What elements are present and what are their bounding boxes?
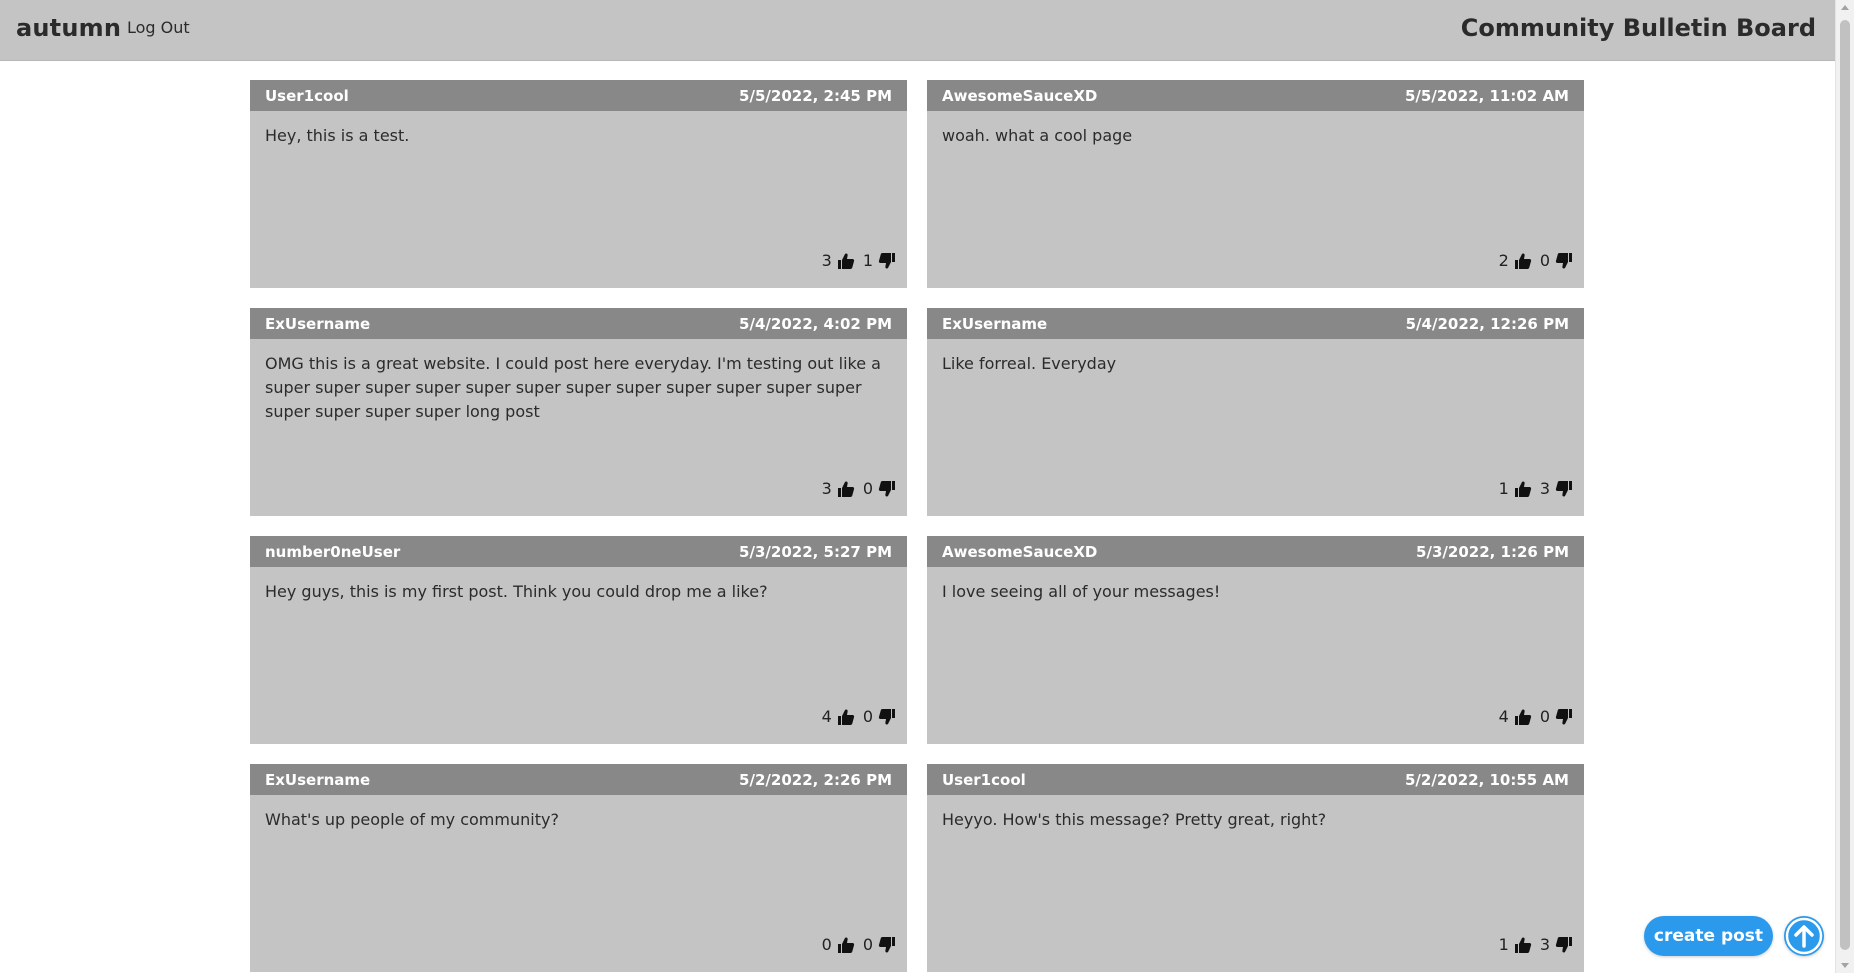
thumbs-up-icon[interactable]	[1514, 936, 1532, 954]
post-card: User1cool 5/5/2022, 2:45 PM Hey, this is…	[250, 80, 907, 288]
post-author[interactable]: ExUsername	[265, 771, 370, 789]
post-body: I love seeing all of your messages!	[942, 582, 1221, 601]
vote-bar: 0 0	[822, 935, 896, 954]
post-card: AwesomeSauceXD 5/3/2022, 1:26 PM I love …	[927, 536, 1584, 744]
like-count: 3	[821, 251, 832, 270]
thumbs-up-icon[interactable]	[837, 708, 855, 726]
vote-bar: 1 3	[1499, 479, 1573, 498]
post-body: Like forreal. Everyday	[942, 354, 1117, 373]
post-timestamp: 5/5/2022, 11:02 AM	[1404, 87, 1569, 105]
scroll-down-arrow-icon[interactable]	[1841, 963, 1849, 968]
dislike-count: 0	[1539, 707, 1550, 726]
post-header: AwesomeSauceXD 5/3/2022, 1:26 PM	[927, 536, 1584, 567]
post-timestamp: 5/4/2022, 4:02 PM	[739, 315, 892, 333]
post-body: woah. what a cool page	[942, 126, 1133, 145]
post-body: What's up people of my community?	[265, 810, 559, 829]
thumbs-down-icon[interactable]	[1555, 936, 1573, 954]
post-header: ExUsername 5/4/2022, 4:02 PM	[250, 308, 907, 339]
thumbs-up-icon[interactable]	[837, 252, 855, 270]
vote-bar: 1 3	[1499, 935, 1573, 954]
post-timestamp: 5/2/2022, 2:26 PM	[739, 771, 892, 789]
thumbs-up-icon[interactable]	[837, 936, 855, 954]
like-count: 1	[1498, 479, 1509, 498]
thumbs-down-icon[interactable]	[1555, 708, 1573, 726]
post-card: number0neUser 5/3/2022, 5:27 PM Hey guys…	[250, 536, 907, 744]
post-header: ExUsername 5/4/2022, 12:26 PM	[927, 308, 1584, 339]
post-card: User1cool 5/2/2022, 10:55 AM Heyyo. How'…	[927, 764, 1584, 972]
post-author[interactable]: User1cool	[265, 87, 349, 105]
post-header: User1cool 5/5/2022, 2:45 PM	[250, 80, 907, 111]
post-header: User1cool 5/2/2022, 10:55 AM	[927, 764, 1584, 795]
post-body: OMG this is a great website. I could pos…	[265, 354, 881, 421]
dislike-count: 0	[1539, 251, 1550, 270]
dislike-count: 0	[862, 479, 873, 498]
post-author[interactable]: number0neUser	[265, 543, 400, 561]
dislike-count: 3	[1539, 479, 1550, 498]
like-count: 4	[821, 707, 832, 726]
username-label: autumn	[16, 14, 122, 42]
vote-bar: 4 0	[822, 707, 896, 726]
post-body: Hey, this is a test.	[265, 126, 410, 145]
post-author[interactable]: ExUsername	[265, 315, 370, 333]
dislike-count: 3	[1539, 935, 1550, 954]
site-title: Community Bulletin Board	[1460, 14, 1816, 42]
like-count: 4	[1498, 707, 1509, 726]
post-card: ExUsername 5/4/2022, 12:26 PM Like forre…	[927, 308, 1584, 516]
thumbs-down-icon[interactable]	[878, 936, 896, 954]
post-body: Heyyo. How's this message? Pretty great,…	[942, 810, 1327, 829]
like-count: 3	[821, 479, 832, 498]
post-author[interactable]: ExUsername	[942, 315, 1047, 333]
like-count: 2	[1498, 251, 1509, 270]
post-header: ExUsername 5/2/2022, 2:26 PM	[250, 764, 907, 795]
thumbs-down-icon[interactable]	[878, 252, 896, 270]
post-author[interactable]: AwesomeSauceXD	[942, 543, 1097, 561]
thumbs-up-icon[interactable]	[1514, 708, 1532, 726]
post-author[interactable]: User1cool	[942, 771, 1026, 789]
post-author[interactable]: AwesomeSauceXD	[942, 87, 1097, 105]
vote-bar: 4 0	[1499, 707, 1573, 726]
top-navbar: autumn Log Out Community Bulletin Board	[0, 0, 1836, 61]
scroll-thumb[interactable]	[1840, 20, 1850, 950]
post-header: AwesomeSauceXD 5/5/2022, 11:02 AM	[927, 80, 1584, 111]
arrow-up-circle-icon	[1785, 917, 1823, 955]
vote-bar: 3 1	[822, 251, 896, 270]
like-count: 1	[1498, 935, 1509, 954]
post-body: Hey guys, this is my first post. Think y…	[265, 582, 768, 601]
thumbs-down-icon[interactable]	[1555, 480, 1573, 498]
like-count: 0	[821, 935, 832, 954]
logout-link[interactable]: Log Out	[127, 18, 190, 37]
dislike-count: 0	[862, 935, 873, 954]
scroll-to-top-button[interactable]	[1784, 916, 1824, 956]
post-timestamp: 5/3/2022, 1:26 PM	[1416, 543, 1569, 561]
scroll-up-arrow-icon[interactable]	[1841, 5, 1849, 10]
post-timestamp: 5/4/2022, 12:26 PM	[1405, 315, 1569, 333]
vote-bar: 2 0	[1499, 251, 1573, 270]
post-card: ExUsername 5/4/2022, 4:02 PM OMG this is…	[250, 308, 907, 516]
post-timestamp: 5/2/2022, 10:55 AM	[1404, 771, 1569, 789]
post-card: AwesomeSauceXD 5/5/2022, 11:02 AM woah. …	[927, 80, 1584, 288]
thumbs-down-icon[interactable]	[878, 480, 896, 498]
post-header: number0neUser 5/3/2022, 5:27 PM	[250, 536, 907, 567]
thumbs-up-icon[interactable]	[1514, 480, 1532, 498]
vote-bar: 3 0	[822, 479, 896, 498]
post-timestamp: 5/5/2022, 2:45 PM	[739, 87, 892, 105]
dislike-count: 0	[862, 707, 873, 726]
thumbs-down-icon[interactable]	[878, 708, 896, 726]
post-timestamp: 5/3/2022, 5:27 PM	[739, 543, 892, 561]
dislike-count: 1	[862, 251, 873, 270]
create-post-button[interactable]: create post	[1644, 916, 1773, 956]
thumbs-up-icon[interactable]	[837, 480, 855, 498]
post-card: ExUsername 5/2/2022, 2:26 PM What's up p…	[250, 764, 907, 972]
thumbs-down-icon[interactable]	[1555, 252, 1573, 270]
thumbs-up-icon[interactable]	[1514, 252, 1532, 270]
page-scrollbar[interactable]	[1835, 0, 1854, 973]
